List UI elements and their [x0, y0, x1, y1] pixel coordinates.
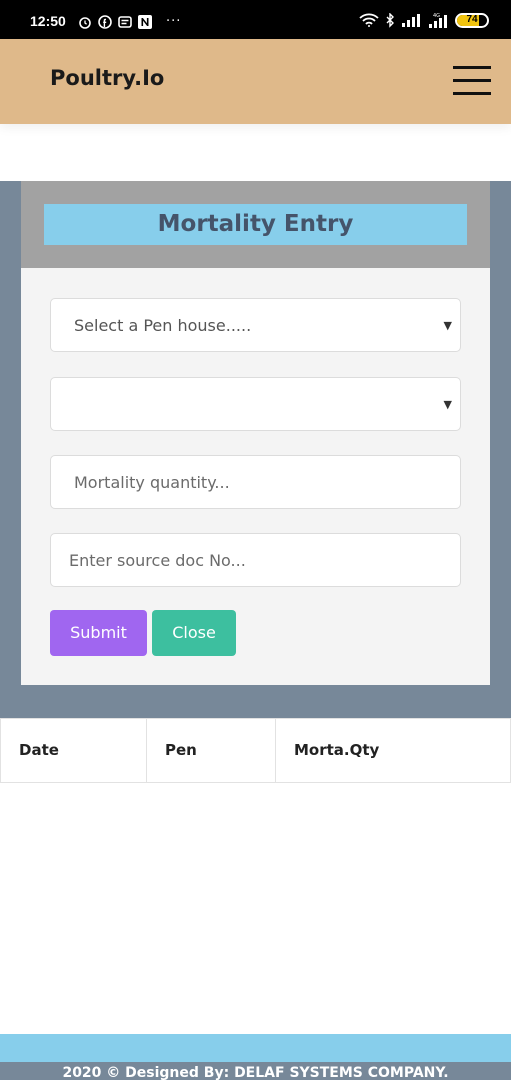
pen-house-select-value: Select a Pen house.....	[74, 316, 252, 335]
notification-icons: ···	[78, 14, 181, 29]
chevron-down-icon: ▼	[443, 319, 452, 332]
status-overflow: ···	[166, 14, 182, 29]
mortality-quantity-input[interactable]: Mortality quantity...	[50, 455, 461, 509]
brand-logo[interactable]: Poultry.Io	[50, 66, 164, 90]
footer-text: 2020 © Designed By: DELAF SYSTEMS COMPAN…	[62, 1065, 449, 1080]
wifi-icon	[359, 13, 379, 27]
submit-button[interactable]: Submit	[50, 610, 147, 656]
card-header: Mortality Entry	[21, 181, 490, 268]
signal-icon	[402, 14, 420, 27]
hamburger-icon[interactable]	[453, 65, 491, 97]
pen-house-select[interactable]: Select a Pen house..... ▼	[50, 298, 461, 352]
secondary-select[interactable]: ▼	[50, 377, 461, 431]
column-header-date: Date	[1, 719, 147, 782]
battery-indicator: 74	[455, 12, 489, 28]
mortality-section: Mortality Entry Select a Pen house..... …	[0, 181, 511, 718]
signal-4g-icon: 4G	[429, 13, 447, 28]
column-header-qty: Morta.Qty	[294, 741, 380, 759]
source-doc-placeholder: Enter source doc No...	[69, 551, 246, 570]
alarm-icon	[79, 16, 91, 29]
message-icon	[118, 15, 132, 28]
column-header-pen: Pen	[147, 719, 276, 782]
source-doc-input[interactable]: Enter source doc No...	[50, 533, 461, 587]
facebook-icon	[98, 14, 112, 29]
footer: 2020 © Designed By: DELAF SYSTEMS COMPAN…	[0, 1062, 511, 1080]
page-title: Mortality Entry	[44, 204, 467, 245]
status-bar: 12:50 ··· 4G 74	[0, 0, 511, 39]
mortality-quantity-placeholder: Mortality quantity...	[74, 473, 230, 492]
chevron-down-icon: ▼	[443, 398, 452, 411]
close-button[interactable]: Close	[152, 610, 236, 656]
bluetooth-icon	[386, 12, 394, 28]
mortality-table: Date Pen Morta.Qty	[0, 718, 511, 783]
status-time: 12:50	[30, 13, 66, 29]
mortality-form-card: Mortality Entry Select a Pen house..... …	[21, 181, 490, 685]
footer-band	[0, 1034, 511, 1062]
app-header: Poultry.Io	[0, 39, 511, 124]
n-app-icon	[138, 14, 152, 29]
system-icons: 4G 74	[359, 12, 489, 28]
battery-level: 74	[466, 13, 478, 25]
